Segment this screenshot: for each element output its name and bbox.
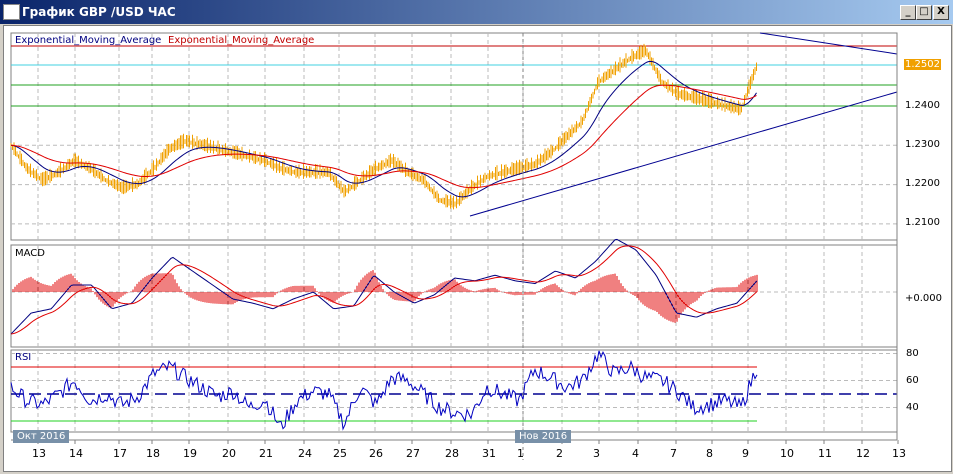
time-label: 26 bbox=[369, 447, 383, 460]
time-label: 19 bbox=[183, 447, 197, 460]
time-label: 11 bbox=[818, 447, 832, 460]
time-label: 4 bbox=[632, 447, 639, 460]
ema-slow-line bbox=[10, 84, 757, 189]
month-label-oct: Окт 2016 bbox=[13, 430, 70, 443]
time-label: 24 bbox=[298, 447, 312, 460]
time-label: 14 bbox=[69, 447, 83, 460]
macd-signal-line bbox=[10, 245, 758, 335]
time-label: 28 bbox=[445, 447, 459, 460]
trend-line-down bbox=[759, 32, 898, 55]
time-label: 1 bbox=[517, 447, 524, 460]
rsi-axis-label: 60 bbox=[906, 375, 919, 386]
time-label: 12 bbox=[856, 447, 870, 460]
time-label: 13 bbox=[32, 447, 46, 460]
time-label: 31 bbox=[482, 447, 496, 460]
macd-line bbox=[10, 238, 758, 335]
rsi-axis-label: 40 bbox=[906, 402, 919, 413]
legend-ema-slow: Exponential_Moving_Average bbox=[168, 35, 315, 46]
time-label: 13 bbox=[892, 447, 906, 460]
time-label: 9 bbox=[742, 447, 749, 460]
time-label: 21 bbox=[259, 447, 273, 460]
time-label: 10 bbox=[780, 447, 794, 460]
pane-border bbox=[10, 244, 898, 348]
time-label: 18 bbox=[146, 447, 160, 460]
time-label: 20 bbox=[222, 447, 236, 460]
macd-label: MACD bbox=[15, 248, 45, 259]
time-label: 25 bbox=[333, 447, 347, 460]
time-label: 27 bbox=[406, 447, 420, 460]
macd-histogram bbox=[12, 270, 758, 323]
price-label: 1.2200 bbox=[905, 178, 940, 189]
time-label: 2 bbox=[556, 447, 563, 460]
time-label: 7 bbox=[670, 447, 677, 460]
price-label: 1.2100 bbox=[905, 217, 940, 228]
rsi-line bbox=[10, 350, 758, 431]
price-label: 1.2400 bbox=[905, 100, 940, 111]
macd-zero-label: +0.000 bbox=[905, 293, 943, 304]
month-label-nov: Нов 2016 bbox=[515, 430, 572, 443]
rsi-axis-label: 80 bbox=[906, 348, 919, 359]
chart-canvas[interactable] bbox=[0, 0, 953, 474]
time-label: 3 bbox=[593, 447, 600, 460]
ema-fast-line bbox=[10, 60, 757, 198]
time-label: 8 bbox=[706, 447, 713, 460]
rsi-label: RSI bbox=[15, 352, 32, 363]
price-label: 1.2300 bbox=[905, 139, 940, 150]
legend-ema-fast: Exponential_Moving_Average bbox=[15, 35, 162, 46]
pane-border bbox=[10, 349, 898, 433]
time-label: 17 bbox=[113, 447, 127, 460]
trend-line-up bbox=[469, 91, 898, 217]
current-price-badge: 1.2502 bbox=[904, 59, 941, 70]
